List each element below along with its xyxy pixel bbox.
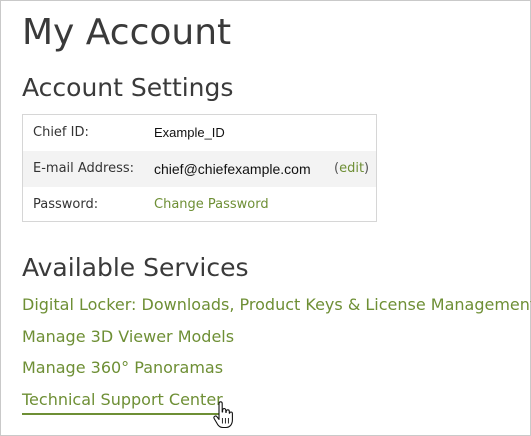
chief-id-label: Chief ID: bbox=[33, 125, 89, 140]
password-label: Password: bbox=[33, 197, 99, 212]
chief-id-value: Example_ID bbox=[154, 125, 225, 140]
manage-3d-viewer-models-link[interactable]: Manage 3D Viewer Models bbox=[22, 326, 234, 348]
digital-locker-link[interactable]: Digital Locker: Downloads, Product Keys … bbox=[22, 294, 531, 316]
settings-row-password: Password: Change Password bbox=[23, 187, 376, 223]
account-settings-table: Chief ID: Example_ID E-mail Address: chi… bbox=[22, 114, 377, 222]
hand-pointer-icon bbox=[213, 401, 233, 429]
settings-row-chief-id: Chief ID: Example_ID bbox=[23, 115, 376, 151]
settings-row-email: E-mail Address: chief@chiefexample.com (… bbox=[23, 151, 376, 187]
email-value: chief@chiefexample.com bbox=[154, 161, 311, 177]
change-password-link[interactable]: Change Password bbox=[154, 187, 269, 223]
manage-360-panoramas-link[interactable]: Manage 360° Panoramas bbox=[22, 357, 223, 379]
page-title: My Account bbox=[22, 12, 232, 53]
edit-close-paren: ) bbox=[364, 161, 370, 176]
available-services-heading: Available Services bbox=[22, 253, 249, 282]
email-edit-wrapper: (edit) bbox=[334, 151, 369, 187]
edit-email-link[interactable]: edit bbox=[339, 161, 364, 176]
email-label: E-mail Address: bbox=[33, 161, 135, 176]
technical-support-center-link[interactable]: Technical Support Center bbox=[22, 389, 223, 415]
account-settings-heading: Account Settings bbox=[22, 73, 234, 102]
